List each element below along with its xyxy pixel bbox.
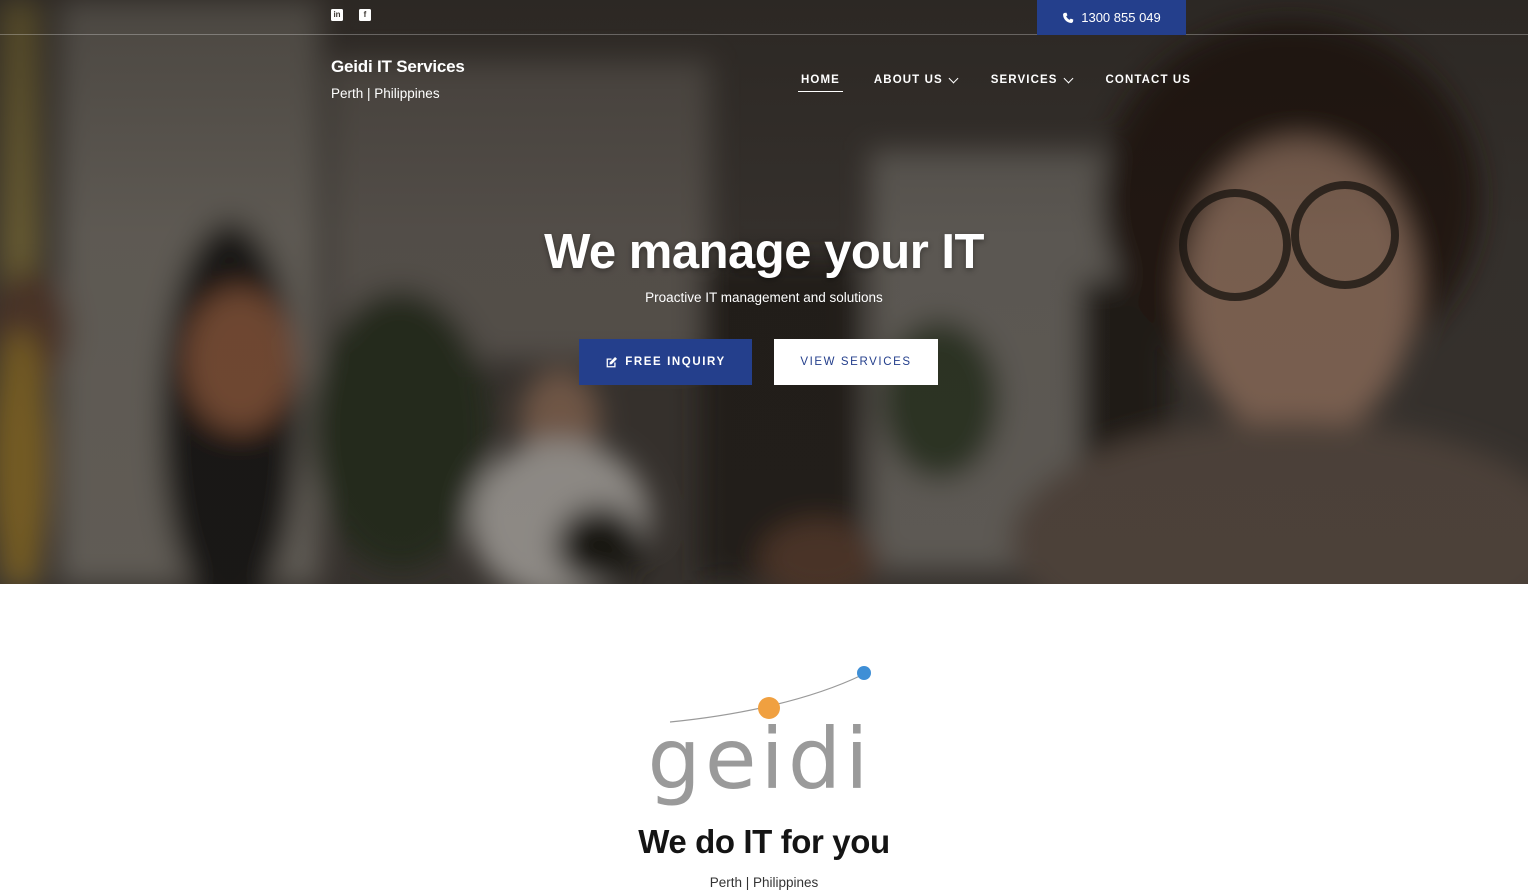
- facebook-icon[interactable]: f: [359, 9, 371, 21]
- nav-item-about-us[interactable]: ABOUT US: [873, 73, 959, 91]
- main-nav: HOME ABOUT US SERVICES CONTACT US: [798, 73, 1192, 92]
- top-bar: in f 1300 855 049: [0, 0, 1528, 35]
- nav-item-home[interactable]: HOME: [798, 74, 843, 92]
- nav-item-label: CONTACT US: [1105, 74, 1192, 86]
- chevron-down-icon: [948, 73, 959, 83]
- phone-icon: [1063, 12, 1074, 23]
- brand-subtitle: Perth | Philippines: [331, 86, 440, 101]
- hero-section: in f 1300 855 049 Geidi IT Services Pert…: [0, 0, 1528, 584]
- nav-item-label: ABOUT US: [873, 74, 943, 86]
- edit-icon: [606, 356, 618, 367]
- linkedin-icon[interactable]: in: [331, 9, 343, 21]
- brand[interactable]: Geidi IT Services Perth | Philippines: [331, 57, 465, 101]
- nav-item-services[interactable]: SERVICES: [990, 73, 1073, 91]
- geidi-logo: geidi: [640, 660, 880, 810]
- logo-text: geidi: [648, 710, 873, 808]
- view-services-label: VIEW SERVICES: [800, 356, 912, 368]
- phone-number: 1300 855 049: [1081, 10, 1161, 25]
- chevron-down-icon: [1063, 73, 1073, 83]
- nav-item-label: HOME: [801, 74, 840, 86]
- nav-item-contact-us[interactable]: CONTACT US: [1106, 74, 1192, 91]
- view-services-button[interactable]: VIEW SERVICES: [774, 339, 938, 385]
- hero-title: We manage your IT: [544, 225, 984, 279]
- free-inquiry-label: FREE INQUIRY: [625, 356, 726, 368]
- hero-subtitle: Proactive IT management and solutions: [645, 290, 883, 305]
- social-links: in f: [331, 9, 371, 21]
- free-inquiry-button[interactable]: FREE INQUIRY: [579, 339, 752, 385]
- brand-title: Geidi IT Services: [331, 57, 465, 76]
- section-title: We do IT for you: [638, 823, 890, 860]
- phone-button[interactable]: 1300 855 049: [1037, 0, 1186, 35]
- nav-item-label: SERVICES: [990, 74, 1058, 86]
